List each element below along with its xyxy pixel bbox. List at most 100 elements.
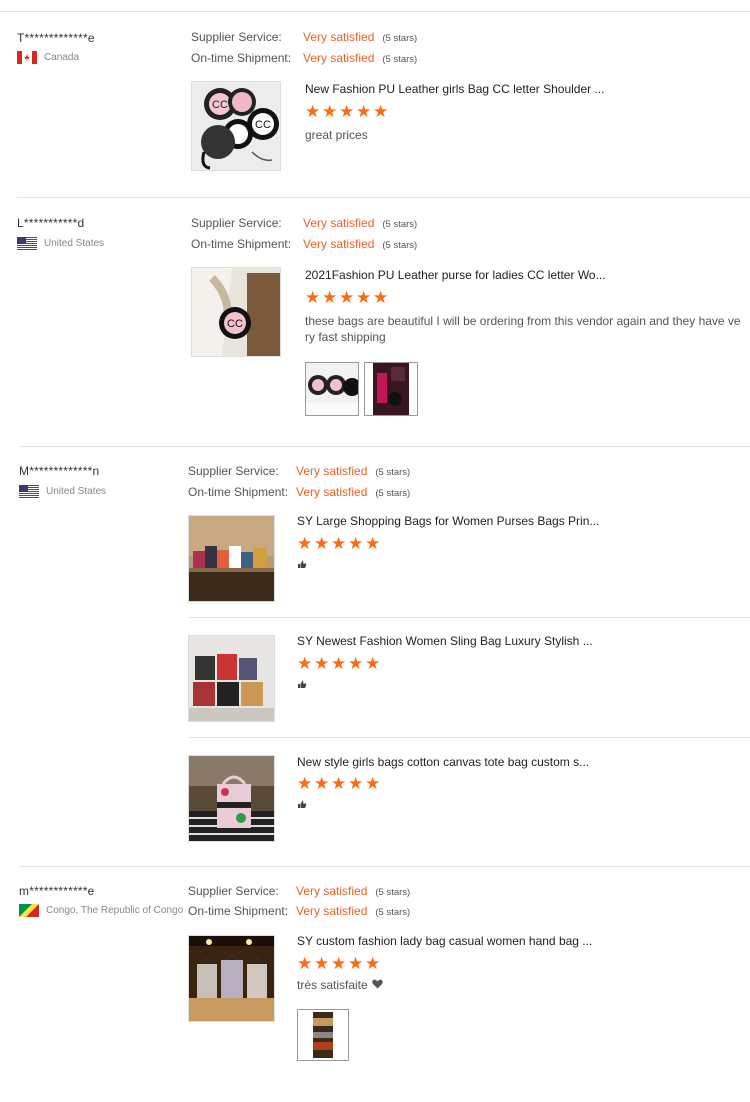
ontime-shipment-rating: On-time Shipment: Very satisfied (5 star… — [191, 237, 417, 251]
supplier-service-value: Very satisfied — [303, 216, 375, 230]
svg-text:CC: CC — [255, 119, 271, 131]
product-star-rating: ★ ★ ★ ★ ★ — [305, 289, 389, 306]
reviewer-country: Canada — [17, 51, 79, 64]
country-name: United States — [46, 486, 107, 497]
star-icon: ★ — [331, 534, 347, 553]
review-divider — [0, 11, 750, 12]
ontime-shipment-rating: On-time Shipment: Very satisfied (5 star… — [188, 904, 410, 918]
star-icon: ★ — [339, 288, 355, 307]
ontime-shipment-rating: On-time Shipment: Very satisfied (5 star… — [191, 51, 417, 65]
product-star-rating: ★ ★ ★ ★ ★ — [297, 655, 381, 672]
supplier-service-rating: Supplier Service: Very satisfied (5 star… — [188, 884, 410, 898]
review-comment: great prices — [305, 128, 368, 142]
product-thumbnail[interactable] — [188, 935, 275, 1022]
product-name[interactable]: New Fashion PU Leather girls Bag CC lett… — [305, 82, 604, 96]
supplier-service-rating: Supplier Service: Very satisfied (5 star… — [191, 30, 417, 44]
ontime-shipment-stars: (5 stars) — [382, 240, 418, 251]
ontime-shipment-value: Very satisfied — [296, 485, 368, 499]
ontime-shipment-rating: On-time Shipment: Very satisfied (5 star… — [188, 485, 410, 499]
star-icon: ★ — [322, 102, 338, 121]
review-comment-text: très satisfaite — [297, 978, 368, 992]
product-star-rating: ★ ★ ★ ★ ★ — [297, 955, 381, 972]
star-icon: ★ — [331, 954, 347, 973]
product-divider — [188, 737, 750, 738]
product-name[interactable]: SY Large Shopping Bags for Women Purses … — [297, 514, 599, 528]
star-icon: ★ — [305, 288, 321, 307]
product-thumbnail[interactable] — [188, 635, 275, 722]
star-icon: ★ — [314, 774, 330, 793]
product-thumbnail[interactable] — [188, 515, 275, 602]
product-thumbnail[interactable]: CC — [191, 267, 281, 357]
congo-flag-icon — [19, 904, 39, 917]
ontime-shipment-stars: (5 stars) — [375, 907, 411, 918]
reviewer-name: m************e — [19, 884, 95, 898]
star-icon: ★ — [314, 534, 330, 553]
reviewer-country: United States — [17, 237, 104, 250]
star-icon: ★ — [373, 288, 389, 307]
product-name[interactable]: New style girls bags cotton canvas tote … — [297, 755, 589, 769]
star-icon: ★ — [348, 774, 364, 793]
ontime-shipment-value: Very satisfied — [303, 51, 375, 65]
heart-icon — [371, 977, 383, 993]
ontime-shipment-value: Very satisfied — [303, 237, 375, 251]
helpful-thumbs-up-icon[interactable] — [297, 679, 307, 692]
product-star-rating: ★ ★ ★ ★ ★ — [297, 775, 381, 792]
star-icon: ★ — [365, 954, 381, 973]
canada-flag-icon — [17, 51, 37, 64]
product-thumbnail[interactable]: CC CC — [191, 81, 281, 171]
star-icon: ★ — [365, 534, 381, 553]
review-photo[interactable] — [305, 362, 359, 416]
ontime-shipment-label: On-time Shipment: — [191, 51, 292, 65]
reviewer-name: L***********d — [17, 216, 85, 230]
review-comment-line: ry fast shipping — [305, 330, 386, 344]
star-icon: ★ — [365, 654, 381, 673]
ontime-shipment-label: On-time Shipment: — [191, 237, 292, 251]
star-icon: ★ — [365, 774, 381, 793]
supplier-service-value: Very satisfied — [296, 884, 368, 898]
review-photo[interactable] — [364, 362, 418, 416]
star-icon: ★ — [348, 534, 364, 553]
supplier-service-rating: Supplier Service: Very satisfied (5 star… — [188, 464, 410, 478]
product-name[interactable]: SY custom fashion lady bag casual women … — [297, 934, 592, 948]
star-icon: ★ — [373, 102, 389, 121]
review-comment: these bags are beautiful I will be order… — [305, 313, 745, 345]
product-star-rating: ★ ★ ★ ★ ★ — [305, 103, 389, 120]
star-icon: ★ — [356, 102, 372, 121]
supplier-service-value: Very satisfied — [296, 464, 368, 478]
star-icon: ★ — [305, 102, 321, 121]
star-icon: ★ — [297, 954, 313, 973]
us-flag-icon — [19, 485, 39, 498]
star-icon: ★ — [348, 654, 364, 673]
star-icon: ★ — [331, 654, 347, 673]
country-name: United States — [44, 238, 105, 249]
review-photo[interactable] — [297, 1009, 349, 1061]
review-divider — [17, 197, 750, 198]
supplier-service-label: Supplier Service: — [191, 30, 282, 44]
us-flag-icon — [17, 237, 37, 250]
star-icon: ★ — [339, 102, 355, 121]
star-icon: ★ — [348, 954, 364, 973]
product-thumbnail[interactable] — [188, 755, 275, 842]
star-icon: ★ — [322, 288, 338, 307]
supplier-service-stars: (5 stars) — [375, 887, 411, 898]
supplier-service-label: Supplier Service: — [191, 216, 282, 230]
review-comment-line: these bags are beautiful I will be order… — [305, 314, 741, 328]
helpful-thumbs-up-icon[interactable] — [297, 559, 307, 572]
helpful-thumbs-up-icon[interactable] — [297, 799, 307, 812]
supplier-service-rating: Supplier Service: Very satisfied (5 star… — [191, 216, 417, 230]
reviewer-country: United States — [19, 485, 106, 498]
supplier-service-label: Supplier Service: — [188, 464, 279, 478]
svg-text:CC: CC — [227, 318, 243, 330]
supplier-service-stars: (5 stars) — [375, 467, 411, 478]
reviewer-name: M*************n — [19, 464, 100, 478]
ontime-shipment-label: On-time Shipment: — [188, 485, 289, 499]
product-name[interactable]: SY Newest Fashion Women Sling Bag Luxury… — [297, 634, 593, 648]
star-icon: ★ — [314, 954, 330, 973]
ontime-shipment-stars: (5 stars) — [382, 54, 418, 65]
product-divider — [188, 617, 750, 618]
star-icon: ★ — [297, 534, 313, 553]
review-divider — [19, 446, 750, 447]
star-icon: ★ — [297, 654, 313, 673]
product-name[interactable]: 2021Fashion PU Leather purse for ladies … — [305, 268, 606, 282]
country-name: Canada — [44, 52, 80, 63]
